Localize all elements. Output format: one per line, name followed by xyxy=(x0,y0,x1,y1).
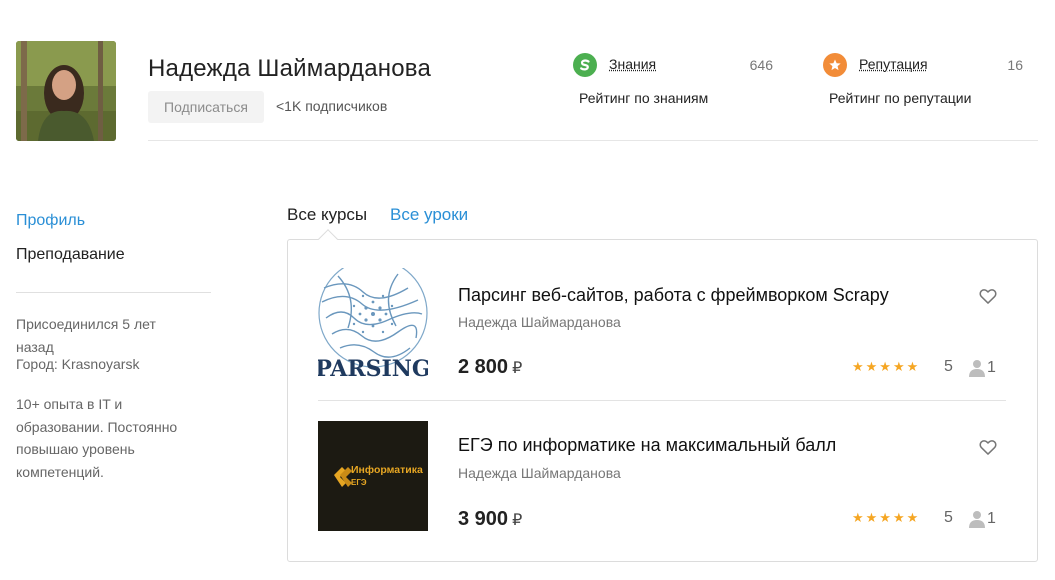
star-icon xyxy=(823,53,847,77)
profile-name: Надежда Шаймарданова xyxy=(148,55,432,82)
course-price: 2 800 ₽ xyxy=(458,356,523,378)
learner-count: 1 xyxy=(987,359,996,376)
learner-icon xyxy=(969,510,985,528)
learner-count: 1 xyxy=(987,510,996,527)
course-author[interactable]: Надежда Шаймарданова xyxy=(458,465,621,481)
course-thumbnail[interactable]: PARSING xyxy=(318,268,428,378)
joined-info: Присоединился 5 лет назад xyxy=(16,316,156,355)
subscribers-count[interactable]: <1K подписчиков xyxy=(276,98,387,114)
sidebar-divider xyxy=(16,292,211,293)
bio-info: 10+ опыта в IT и образовании. Постоянно … xyxy=(16,396,178,480)
knowledge-icon xyxy=(573,53,597,77)
knowledge-value: 646 xyxy=(749,57,773,73)
sidebar-item-teaching[interactable]: Преподавание xyxy=(16,246,125,264)
course-author[interactable]: Надежда Шаймарданова xyxy=(458,314,621,330)
svg-text:Информатика: Информатика xyxy=(351,464,423,476)
subscribe-button[interactable]: Подписаться xyxy=(148,91,264,123)
tab-all-lessons[interactable]: Все уроки xyxy=(390,205,468,225)
reputation-link[interactable]: Репутация xyxy=(859,56,928,72)
rating-stars: ★★★★★ xyxy=(852,359,921,374)
svg-text:PARSING: PARSING xyxy=(318,356,428,378)
heart-icon[interactable] xyxy=(978,437,998,457)
knowledge-link[interactable]: Знания xyxy=(609,56,656,72)
course-title[interactable]: Парсинг веб-сайтов, работа с фреймворком… xyxy=(458,285,889,306)
sidebar-item-profile[interactable]: Профиль xyxy=(16,212,85,230)
reputation-value: 16 xyxy=(1007,57,1023,73)
heart-icon[interactable] xyxy=(978,286,998,306)
svg-text:ЕГЭ: ЕГЭ xyxy=(351,478,367,487)
rating-value: 5 xyxy=(944,509,953,526)
avatar xyxy=(16,41,116,141)
rating-stars: ★★★★★ xyxy=(852,510,921,525)
course-title[interactable]: ЕГЭ по информатике на максимальный балл xyxy=(458,435,836,456)
rating-value: 5 xyxy=(944,358,953,375)
header-divider xyxy=(148,140,1038,141)
city-info: Город: Krasnoyarsk xyxy=(16,356,140,372)
course-price: 3 900 ₽ xyxy=(458,508,523,530)
reputation-caption: Рейтинг по репутации xyxy=(829,90,972,106)
learner-icon xyxy=(969,359,985,377)
tab-all-courses[interactable]: Все курсы xyxy=(287,205,367,225)
course-thumbnail[interactable]: Информатика ЕГЭ xyxy=(318,421,428,531)
course-divider xyxy=(318,400,1006,401)
knowledge-caption: Рейтинг по знаниям xyxy=(579,90,709,106)
